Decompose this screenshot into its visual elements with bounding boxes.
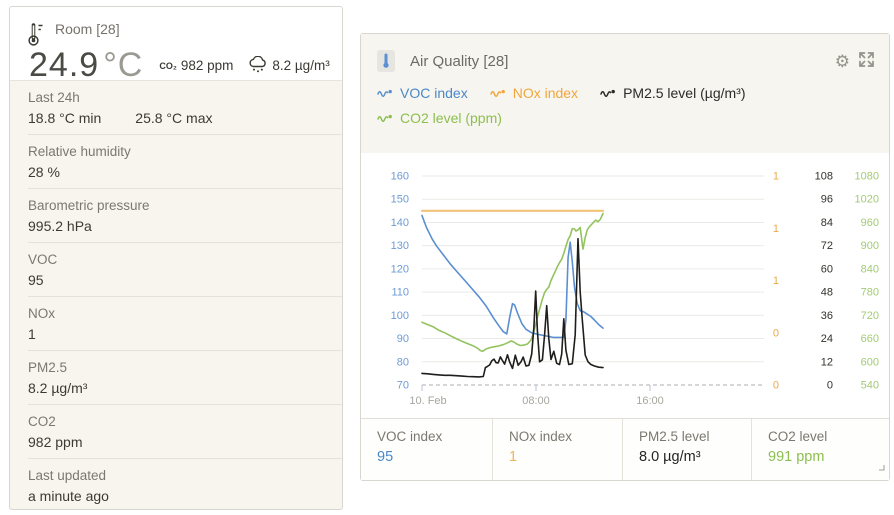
temp-max: 25.8 °C max <box>135 109 212 128</box>
svg-text:900: 900 <box>861 240 879 252</box>
air-quality-card: Air Quality [28] ⚙ <box>360 33 890 481</box>
svg-text:960: 960 <box>861 217 879 229</box>
room-card: Room [28] 24.9°C CO₂ 982 ppm <box>9 6 343 510</box>
legend-item-pm25[interactable]: PM2.5 level (µg/m³) <box>600 85 745 101</box>
resize-handle-icon[interactable] <box>877 458 885 476</box>
stat-row-humidity: Relative humidity 28 % <box>28 135 342 189</box>
svg-text:80: 80 <box>397 356 409 368</box>
svg-text:100: 100 <box>391 310 409 322</box>
svg-text:10. Feb: 10. Feb <box>409 395 446 407</box>
svg-text:150: 150 <box>391 194 409 206</box>
svg-text:108: 108 <box>815 171 833 183</box>
room-stats-list: Last 24h 18.8 °C min 25.8 °C max Relativ… <box>10 81 342 510</box>
svg-text:12: 12 <box>821 356 833 368</box>
svg-text:120: 120 <box>391 263 409 275</box>
svg-text:140: 140 <box>391 217 409 229</box>
svg-text:1080: 1080 <box>855 171 879 183</box>
air-quality-header: Air Quality [28] ⚙ <box>361 34 889 153</box>
gear-icon[interactable]: ⚙ <box>835 53 850 71</box>
svg-text:840: 840 <box>861 263 879 275</box>
svg-text:660: 660 <box>861 333 879 345</box>
svg-text:540: 540 <box>861 380 879 392</box>
stat-row-nox: NOx 1 <box>28 297 342 351</box>
svg-text:160: 160 <box>391 171 409 183</box>
stat-row-last-24h: Last 24h 18.8 °C min 25.8 °C max <box>28 81 342 135</box>
svg-text:84: 84 <box>821 217 833 229</box>
svg-text:1: 1 <box>773 171 779 183</box>
svg-text:08:00: 08:00 <box>522 395 550 407</box>
expand-icon[interactable] <box>857 50 876 74</box>
svg-text:90: 90 <box>397 333 409 345</box>
air-quality-chart: 1601501401301201101009080701110010896847… <box>361 153 891 421</box>
svg-text:48: 48 <box>821 287 833 299</box>
stat-nox-index: NOx index 1 <box>492 419 622 480</box>
svg-text:1020: 1020 <box>855 194 879 206</box>
stat-row-pm25: PM2.5 8.2 µg/m³ <box>28 351 342 405</box>
svg-text:16:00: 16:00 <box>636 395 664 407</box>
co2-inline-value: 982 ppm <box>181 58 234 73</box>
wave-icon <box>377 87 394 99</box>
stat-row-voc: VOC 95 <box>28 243 342 297</box>
stat-row-last-updated: Last updated a minute ago <box>28 459 342 510</box>
svg-text:1: 1 <box>773 223 779 235</box>
co2-inline-stat: CO₂ 982 ppm <box>159 58 233 73</box>
stat-co2-level: CO2 level 991 ppm <box>751 419 889 480</box>
svg-text:0: 0 <box>773 380 779 392</box>
svg-text:96: 96 <box>821 194 833 206</box>
temperature-unit: °C <box>103 46 143 84</box>
svg-text:720: 720 <box>861 310 879 322</box>
stat-voc-index: VOC index 95 <box>361 419 492 480</box>
svg-text:70: 70 <box>397 380 409 392</box>
stat-pm25-level: PM2.5 level 8.0 µg/m³ <box>622 419 751 480</box>
legend-item-voc[interactable]: VOC index <box>377 85 468 101</box>
co2-icon: CO₂ <box>159 61 177 71</box>
svg-text:36: 36 <box>821 310 833 322</box>
thermometer-tile-icon <box>377 50 395 72</box>
svg-text:0: 0 <box>773 327 779 339</box>
svg-text:600: 600 <box>861 356 879 368</box>
room-temperature: 24.9°C <box>29 46 143 85</box>
svg-text:130: 130 <box>391 240 409 252</box>
svg-text:780: 780 <box>861 287 879 299</box>
room-card-title: Room [28] <box>55 21 120 37</box>
particulates-icon <box>248 56 268 76</box>
pm25-inline-value: 8.2 µg/m³ <box>272 58 329 73</box>
stat-row-pressure: Barometric pressure 995.2 hPa <box>28 189 342 243</box>
svg-text:110: 110 <box>391 287 409 299</box>
air-quality-title: Air Quality [28] <box>410 53 508 70</box>
svg-text:1: 1 <box>773 275 779 287</box>
pm25-inline-stat: 8.2 µg/m³ <box>248 56 329 76</box>
svg-text:72: 72 <box>821 240 833 252</box>
stat-row-co2: CO2 982 ppm <box>28 405 342 459</box>
svg-text:60: 60 <box>821 263 833 275</box>
legend-item-co2[interactable]: CO2 level (ppm) <box>377 110 502 126</box>
wave-icon <box>490 87 507 99</box>
wave-icon <box>377 112 394 124</box>
room-header: Room [28] 24.9°C CO₂ 982 ppm <box>10 7 342 81</box>
legend-item-nox[interactable]: NOx index <box>490 85 578 101</box>
wave-icon <box>600 87 617 99</box>
svg-text:0: 0 <box>827 380 833 392</box>
temp-min: 18.8 °C min <box>28 109 101 128</box>
chart-legend: VOC index NOx index PM2.5 level (µg/m³) <box>377 85 876 126</box>
current-values-row: VOC index 95 NOx index 1 PM2.5 level 8.0… <box>361 418 889 480</box>
svg-text:24: 24 <box>821 333 833 345</box>
chart-area: 1601501401301201101009080701110010896847… <box>361 153 889 421</box>
